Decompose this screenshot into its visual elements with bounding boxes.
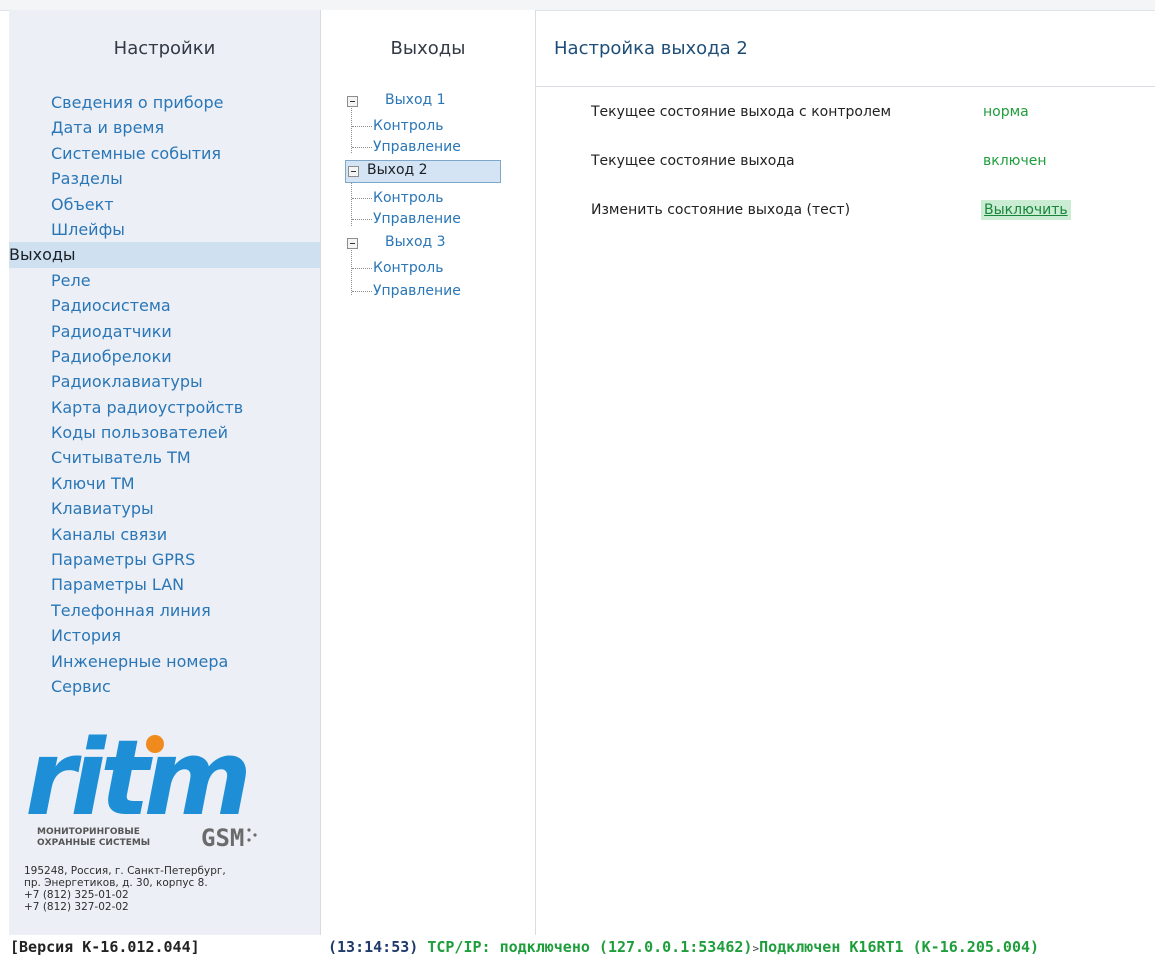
page-title: Настройка выхода 2 xyxy=(554,38,748,59)
sidebar-item-service[interactable]: Сервис xyxy=(9,674,320,699)
collapse-icon[interactable] xyxy=(347,238,358,249)
sidebar-item-radio-fobs[interactable]: Радиобрелоки xyxy=(9,344,320,369)
phone-2: +7 (812) 327-02-02 xyxy=(24,901,129,913)
sidebar-item-comm-channels[interactable]: Каналы связи xyxy=(9,522,320,547)
device-status: Подключен К16RT1 (К-16.205.004) xyxy=(759,938,1040,956)
sidebar-item-gprs-params[interactable]: Параметры GPRS xyxy=(9,547,320,572)
row-label: Изменить состояние выхода (тест) xyxy=(591,202,851,218)
company-address: 195248, Россия, г. Санкт-Петербург, пр. … xyxy=(24,865,226,913)
sidebar-item-date-time[interactable]: Дата и время xyxy=(9,115,320,140)
status-value: норма xyxy=(983,104,1029,120)
address-line-2: пр. Энергетиков, д. 30, корпус 8. xyxy=(24,877,208,889)
logo-tagline-2: ОХРАННЫЕ СИСТЕМЫ xyxy=(37,838,150,848)
tree-child-manage-3[interactable]: Управление xyxy=(352,283,461,299)
logo-word: ritm xyxy=(25,722,247,839)
sidebar-item-tm-reader[interactable]: Считыватель ТМ xyxy=(9,445,320,470)
status-bar: [Версия К-16.012.044] (13:14:53) TCP/IP:… xyxy=(0,935,1155,958)
output-settings-panel: Настройка выхода 2 Текущее состояние вых… xyxy=(536,10,1155,935)
tree-node-output-2[interactable]: Выход 2 xyxy=(345,160,501,183)
sidebar-item-loops[interactable]: Шлейфы xyxy=(9,217,320,242)
logo-gsm: GSM xyxy=(201,824,244,852)
panel-header: Настройка выхода 2 xyxy=(536,10,1155,87)
connection-status: (13:14:53) TCP/IP: подключено (127.0.0.1… xyxy=(328,938,1039,956)
sidebar-item-phone-line[interactable]: Телефонная линия xyxy=(9,598,320,623)
version-label: [Версия К-16.012.044] xyxy=(10,938,200,956)
sidebar-item-history[interactable]: История xyxy=(9,623,320,648)
ritm-logo: ritm МОНИТОРИНГОВЫЕ ОХРАННЫЕ СИСТЕМЫ GSM xyxy=(25,722,257,852)
sidebar-item-radio-sensors[interactable]: Радиодатчики xyxy=(9,319,320,344)
sidebar-item-outputs[interactable]: Выходы xyxy=(9,242,320,268)
sidebar-title: Настройки xyxy=(113,38,216,59)
logo-tagline-1: МОНИТОРИНГОВЫЕ xyxy=(37,827,140,837)
row-label: Текущее состояние выхода xyxy=(591,153,795,169)
phone-1: +7 (812) 325-01-02 xyxy=(24,889,129,901)
tree-title: Выходы xyxy=(390,38,466,59)
sidebar-item-object[interactable]: Объект xyxy=(9,192,320,217)
sidebar-item-tm-keys[interactable]: Ключи ТМ xyxy=(9,471,320,496)
collapse-icon[interactable] xyxy=(347,96,358,107)
collapse-icon[interactable] xyxy=(348,166,359,177)
sidebar-item-keypads[interactable]: Клавиатуры xyxy=(9,496,320,521)
sidebar-item-engineer-numbers[interactable]: Инженерные номера xyxy=(9,649,320,674)
sidebar-item-system-events[interactable]: Системные события xyxy=(9,141,320,166)
tree-child-control-3[interactable]: Контроль xyxy=(352,260,443,276)
sidebar-item-user-codes[interactable]: Коды пользователей xyxy=(9,420,320,445)
sidebar-item-radio-system[interactable]: Радиосистема xyxy=(9,293,320,318)
tree-node-label[interactable]: Выход 3 xyxy=(385,234,446,250)
tree-node-label[interactable]: Выход 1 xyxy=(385,92,446,108)
row-label: Текущее состояние выхода с контролем xyxy=(591,104,892,120)
tree-child-control-2[interactable]: Контроль xyxy=(352,190,443,206)
outputs-tree-panel: Выходы Выход 1 Контроль Управление Выход… xyxy=(321,10,536,935)
tcp-status: TCP/IP: подключено (127.0.0.1:53462) xyxy=(427,938,753,956)
tree-child-manage-1[interactable]: Управление xyxy=(352,139,461,155)
sidebar-item-relay[interactable]: Реле xyxy=(9,268,320,293)
sidebar-item-partitions[interactable]: Разделы xyxy=(9,166,320,191)
status-time: (13:14:53) xyxy=(328,938,419,956)
turn-off-button[interactable]: Выключить xyxy=(981,200,1071,220)
tree-child-control-1[interactable]: Контроль xyxy=(352,118,443,134)
address-line-1: 195248, Россия, г. Санкт-Петербург, xyxy=(24,865,226,877)
sidebar-menu: Сведения о приборе Дата и время Системны… xyxy=(9,90,320,699)
sidebar: Настройки Сведения о приборе Дата и врем… xyxy=(9,10,321,935)
sidebar-item-radio-keypads[interactable]: Радиоклавиатуры xyxy=(9,369,320,394)
logo-dot xyxy=(146,735,164,753)
sidebar-item-device-info[interactable]: Сведения о приборе xyxy=(9,90,320,115)
tree-child-manage-2[interactable]: Управление xyxy=(352,211,461,227)
status-value: включен xyxy=(983,153,1047,169)
tree-node-label[interactable]: Выход 2 xyxy=(367,162,428,178)
sidebar-item-radio-device-map[interactable]: Карта радиоустройств xyxy=(9,395,320,420)
sidebar-item-lan-params[interactable]: Параметры LAN xyxy=(9,572,320,597)
